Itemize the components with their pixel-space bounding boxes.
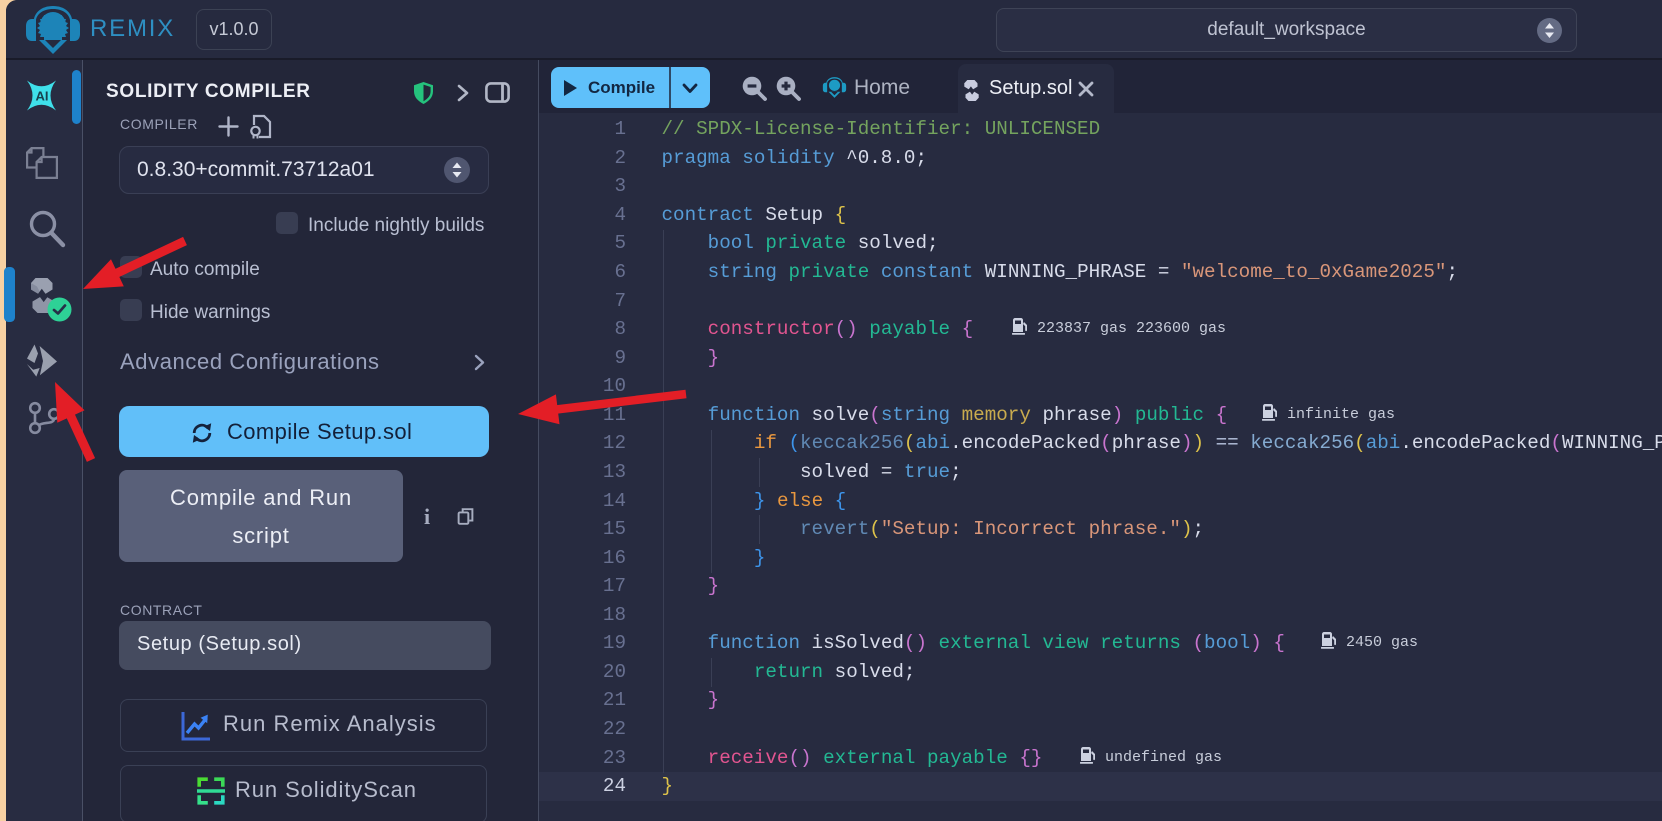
- svg-text:AI: AI: [36, 89, 49, 104]
